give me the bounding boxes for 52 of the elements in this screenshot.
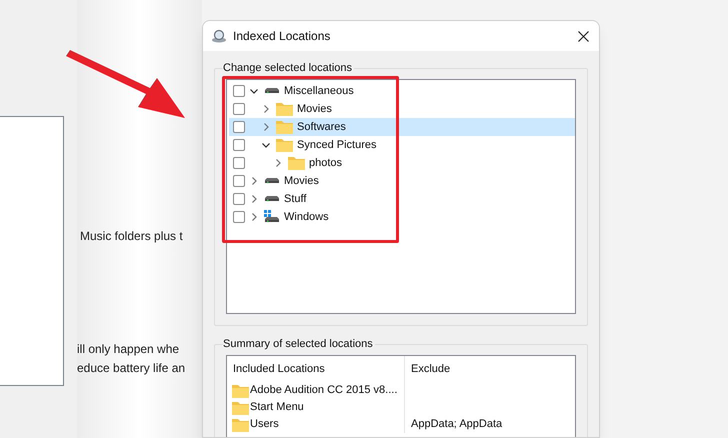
window-title: Indexed Locations [233, 28, 330, 45]
tree-item-label: Miscellaneous [284, 84, 354, 99]
column-header[interactable]: Exclude [405, 356, 575, 382]
tree-item[interactable]: Windows [229, 208, 575, 226]
location-path: Start Menu [250, 400, 304, 416]
windows-drive-icon [264, 210, 280, 224]
checkbox[interactable] [233, 211, 245, 223]
folder-icon [276, 120, 293, 134]
chevron-down-icon[interactable] [249, 86, 259, 96]
group-label: Change selected locations [223, 61, 354, 75]
checkbox[interactable] [233, 193, 245, 205]
folder-icon [232, 418, 249, 432]
location-path: Users [250, 417, 279, 432]
chevron-right-icon[interactable] [273, 158, 283, 168]
tree-item[interactable]: photos [229, 154, 575, 172]
folder-icon [232, 384, 249, 398]
folder-icon [288, 156, 305, 170]
tree-item[interactable]: Miscellaneous [229, 82, 575, 100]
checkbox[interactable] [233, 139, 245, 151]
column-header[interactable]: Included Locations [227, 356, 405, 382]
folder-icon [276, 138, 293, 152]
tree-item[interactable]: Stuff [229, 190, 575, 208]
search-location-icon [211, 29, 227, 43]
body-text: Music folders plus t [80, 228, 184, 244]
tree-item[interactable]: Synced Pictures [229, 136, 575, 154]
tree-item-label: Movies [297, 102, 332, 117]
tree-item-label: Synced Pictures [297, 138, 376, 153]
group-label: Summary of selected locations [223, 337, 375, 351]
checkbox[interactable] [233, 103, 245, 115]
checkbox[interactable] [233, 121, 245, 133]
tree-item-label: Stuff [284, 192, 306, 207]
checkbox[interactable] [233, 85, 245, 97]
chevron-down-icon[interactable] [261, 140, 271, 150]
folder-icon [232, 400, 249, 414]
close-icon[interactable] [578, 30, 589, 42]
tree-item-label: Movies [284, 174, 319, 189]
excluded-folders: AppData; AppData [411, 418, 502, 430]
folder-icon [276, 102, 293, 116]
checkbox[interactable] [233, 175, 245, 187]
body-text: educe battery life an [77, 360, 186, 377]
drive-icon [264, 196, 280, 202]
checkbox[interactable] [233, 157, 245, 169]
tree-item[interactable]: Movies [229, 172, 575, 190]
drive-icon [264, 178, 280, 184]
tree-item-label: Softwares [297, 120, 346, 135]
drive-icon [264, 88, 280, 94]
tree-item[interactable]: Softwares [229, 118, 575, 136]
tree-item[interactable]: Movies [229, 100, 575, 118]
tree-item-label: Windows [284, 210, 329, 225]
body-text: ill only happen whe [77, 341, 180, 358]
tree-item-label: photos [309, 156, 342, 171]
location-path: Adobe Audition CC 2015 v8.... [250, 383, 398, 398]
